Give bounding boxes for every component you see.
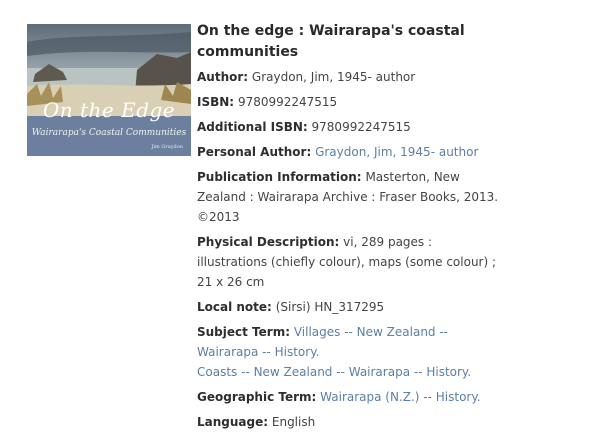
geographic-term-field: Geographic Term: Wairarapa (N.Z.) -- His…: [197, 387, 502, 407]
geographic-term-link[interactable]: Wairarapa (N.Z.) -- History.: [320, 390, 480, 404]
physical-description-field: Physical Description: vi, 289 pages : il…: [197, 232, 502, 292]
additional-isbn-label: Additional ISBN:: [197, 120, 308, 134]
personal-author-link[interactable]: Graydon, Jim, 1945- author: [315, 145, 478, 159]
publication-label: Publication Information:: [197, 170, 362, 184]
author-label: Author:: [197, 70, 249, 84]
local-note-field: Local note: (Sirsi) HN_317295: [197, 297, 502, 317]
cover-author: Jim Graydon: [151, 144, 183, 150]
additional-isbn-value: 9780992247515: [311, 120, 411, 134]
book-cover-image[interactable]: On the Edge Wairarapa's Coastal Communit…: [27, 24, 191, 156]
language-label: Language:: [197, 415, 269, 429]
record-details: On the edge : Wairarapa's coastal commun…: [197, 21, 502, 437]
cover-subtitle: Wairarapa's Coastal Communities: [31, 128, 187, 138]
cover-title: On the Edge: [42, 98, 176, 122]
language-value: English: [271, 415, 316, 429]
publication-copyright: ©2013: [197, 210, 240, 224]
local-note-value: (Sirsi) HN_317295: [275, 300, 385, 314]
language-field: Language: English: [197, 412, 502, 432]
personal-author-label: Personal Author:: [197, 145, 312, 159]
isbn-label: ISBN:: [197, 95, 235, 109]
author-value: Graydon, Jim, 1945- author: [251, 70, 416, 84]
personal-author-field: Personal Author: Graydon, Jim, 1945- aut…: [197, 142, 502, 162]
geographic-term-label: Geographic Term:: [197, 390, 317, 404]
record-title: On the edge : Wairarapa's coastal commun…: [197, 23, 465, 60]
subject-term-label: Subject Term:: [197, 325, 291, 339]
physical-description-label: Physical Description:: [197, 235, 340, 249]
isbn-value: 9780992247515: [237, 95, 338, 109]
local-note-label: Local note:: [197, 300, 272, 314]
publication-field: Publication Information: Masterton, New …: [197, 167, 502, 227]
additional-isbn-field: Additional ISBN: 9780992247515: [197, 117, 502, 137]
isbn-field: ISBN: 9780992247515: [197, 92, 502, 112]
subject-term-link[interactable]: Coasts -- New Zealand -- Wairarapa -- Hi…: [197, 362, 502, 382]
author-field: Author: Graydon, Jim, 1945- author: [197, 67, 502, 87]
subject-term-field: Subject Term: Villages -- New Zealand --…: [197, 322, 502, 382]
